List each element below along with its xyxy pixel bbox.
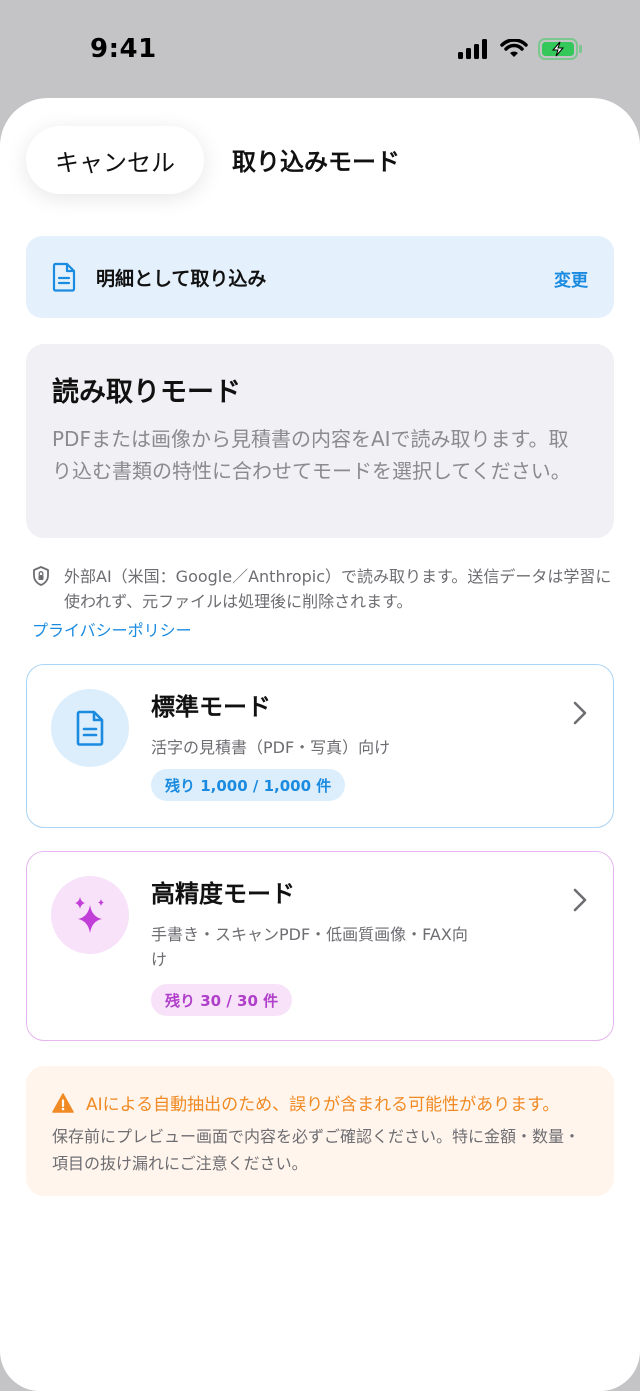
mode-icon-circle xyxy=(51,876,129,954)
import-mode-bar: 明細として取り込み 変更 xyxy=(26,236,614,318)
warning-header: AIによる自動抽出のため、誤りが含まれる可能性があります。 xyxy=(52,1090,588,1115)
mode-description: 活字の見積書（PDF・写真）向け xyxy=(151,738,391,757)
status-icons xyxy=(458,38,584,60)
status-time: 9:41 xyxy=(90,34,157,64)
mode-icon-circle xyxy=(51,689,129,767)
privacy-text: 外部AI（米国：Google／Anthropic）で読み取ります。送信データは学… xyxy=(64,567,612,611)
warning-icon xyxy=(52,1092,74,1113)
sparkles-icon xyxy=(75,897,104,933)
remaining-count-badge: 残り 1,000 / 1,000 件 xyxy=(151,769,346,801)
mode-name: 標準モード xyxy=(151,693,271,721)
mode-description: 手書き・スキャンPDF・低画質画像・FAX向け xyxy=(151,925,468,969)
privacy-policy-link[interactable]: プライバシーポリシー xyxy=(32,617,612,641)
import-mode-sheet: キャンセル 取り込みモード 明細として取り込み 変更 読み取りモード PDFまた… xyxy=(0,98,640,1391)
cancel-button[interactable]: キャンセル xyxy=(26,126,204,194)
reading-mode-info-card: 読み取りモード PDFまたは画像から見積書の内容をAIで読み取ります。取り込む書… xyxy=(26,344,614,538)
warning-text: 保存前にプレビュー画面で内容を必ずご確認ください。特に金額・数量・項目の抜け漏れ… xyxy=(52,1127,581,1173)
info-description: PDFまたは画像から見積書の内容をAIで読み取ります。取り込む書類の特性に合わせ… xyxy=(52,427,571,483)
info-title: 読み取りモード xyxy=(52,377,241,408)
document-icon xyxy=(52,262,76,296)
status-bar: 9:41 xyxy=(0,0,640,100)
privacy-notice: 外部AI（米国：Google／Anthropic）で読み取ります。送信データは学… xyxy=(32,564,612,641)
battery-charging-icon xyxy=(538,38,582,60)
document-icon xyxy=(76,710,104,746)
wifi-icon xyxy=(500,39,528,57)
change-button[interactable]: 変更 xyxy=(554,266,588,291)
sheet-title: 取り込みモード xyxy=(232,148,400,176)
remaining-count-badge: 残り 30 / 30 件 xyxy=(151,984,293,1016)
mode-name: 高精度モード xyxy=(151,880,295,908)
sheet-header: キャンセル 取り込みモード xyxy=(0,98,640,218)
import-mode-label: 明細として取り込み xyxy=(96,268,267,290)
cellular-signal-icon xyxy=(458,39,487,59)
standard-mode-card[interactable]: 標準モード 活字の見積書（PDF・写真）向け 残り 1,000 / 1,000 … xyxy=(26,664,614,828)
chevron-right-icon xyxy=(573,888,587,912)
chevron-right-icon xyxy=(573,701,587,725)
ai-warning-box: AIによる自動抽出のため、誤りが含まれる可能性があります。 保存前にプレビュー画… xyxy=(26,1066,614,1196)
high-precision-mode-card[interactable]: 高精度モード 手書き・スキャンPDF・低画質画像・FAX向け 残り 30 / 3… xyxy=(26,851,614,1041)
warning-title: AIによる自動抽出のため、誤りが含まれる可能性があります。 xyxy=(86,1095,560,1115)
shield-icon xyxy=(32,566,50,590)
